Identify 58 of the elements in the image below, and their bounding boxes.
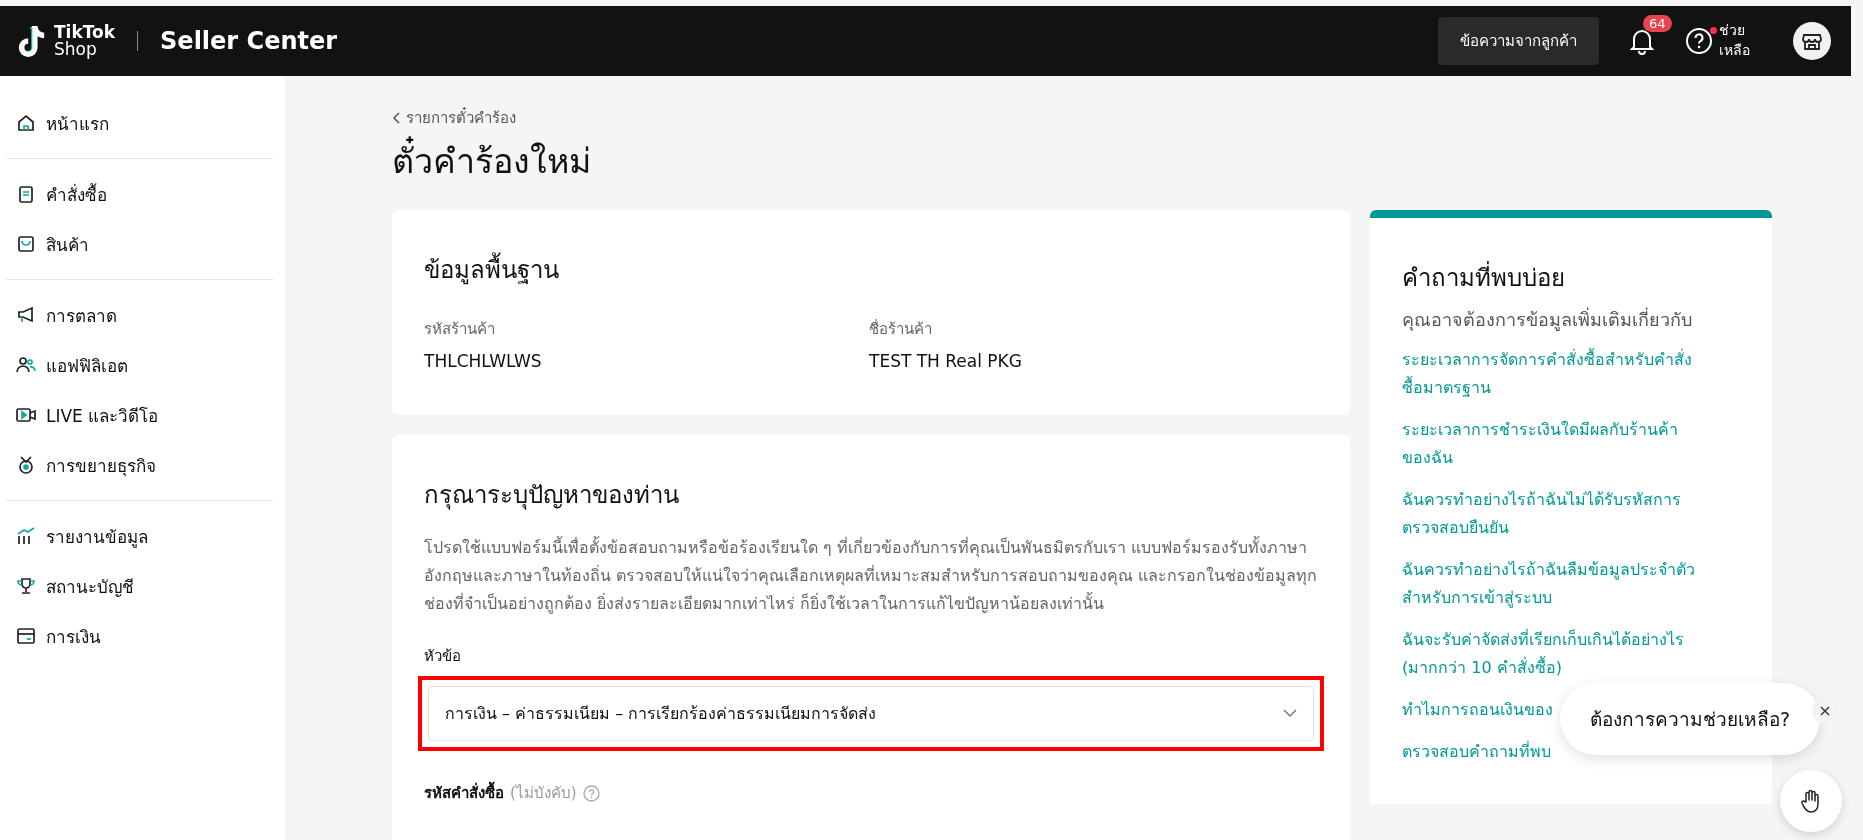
field-value: TEST TH Real PKG: [869, 351, 1023, 371]
chat-prompt-bubble[interactable]: ต้องการความช่วยเหลือ?: [1560, 683, 1820, 755]
people-icon: [16, 355, 36, 375]
bell-icon[interactable]: [1629, 27, 1655, 55]
chevron-down-icon: [1283, 709, 1297, 718]
faq-link[interactable]: ตรวจสอบคำถามที่พบ: [1402, 738, 1551, 766]
page-title: ตั๋วคำร้องใหม่: [392, 134, 1863, 188]
music-note-logo-icon[interactable]: [16, 24, 46, 58]
customer-messages-button[interactable]: ข้อความจากลูกค้า: [1438, 17, 1599, 65]
sidebar-item[interactable]: รายงานข้อมูล: [0, 511, 285, 561]
sidebar-item[interactable]: LIVE และวิดีโอ: [0, 390, 285, 440]
wallet-icon: [16, 626, 36, 646]
back-chevron-icon: [392, 111, 402, 125]
clipboard-icon: [16, 184, 36, 204]
faq-link[interactable]: ฉันจะรับค่าจัดส่งที่เรียกเก็บเกินได้อย่างไร (มากกว่า 10 คำสั่งซื้อ): [1402, 626, 1702, 682]
help-chat-button[interactable]: [1780, 770, 1842, 832]
store-icon[interactable]: [1793, 22, 1831, 60]
section-title: กรุณาระบุปัญหาของท่าน: [424, 480, 680, 512]
sidebar-item[interactable]: แอฟฟิลิเอต: [0, 340, 285, 390]
logo-text: TikTok: [54, 24, 116, 41]
faq-link[interactable]: ระยะเวลาการจัดการคำสั่งซื้อสำหรับคำสั่งซื้อมาตรฐาน: [1402, 346, 1702, 402]
field-label: รหัสร้านค้า: [424, 319, 496, 340]
help-label[interactable]: ช่วยเหลือ: [1719, 21, 1763, 61]
notification-badge: 64: [1643, 15, 1672, 32]
sidebar-item[interactable]: การเงิน: [0, 611, 285, 661]
back-link[interactable]: รายการตั๋วคำร้อง: [392, 106, 516, 130]
sidebar-item[interactable]: คำสั่งซื้อ: [0, 169, 285, 219]
field-label: ชื่อร้านค้า: [869, 318, 933, 340]
sidebar-item[interactable]: สินค้า: [0, 219, 285, 269]
faq-link[interactable]: ฉันควรทำอย่างไรถ้าฉันไม่ได้รับรหัสการตรวจสอบยืนยัน: [1402, 486, 1702, 542]
faq-title: คำถามที่พบบ่อย: [1402, 258, 1740, 297]
help-icon[interactable]: [1685, 27, 1713, 55]
chat-prompt-text: ต้องการความช่วยเหลือ?: [1589, 707, 1791, 732]
trophy-icon: [16, 576, 36, 596]
megaphone-icon: [16, 305, 36, 325]
logo-subtext: Shop: [54, 41, 98, 58]
sidebar-item[interactable]: หน้าแรก: [0, 98, 285, 148]
field-value: THLCHLWLWS: [424, 351, 543, 371]
bar-chart-icon: [16, 526, 36, 546]
topic-label: หัวข้อ: [424, 646, 462, 667]
video-camera-icon: [16, 405, 36, 425]
bag-icon: [16, 234, 36, 254]
optional-label: (ไม่บังคับ): [510, 783, 577, 804]
product-name: Seller Center: [160, 27, 338, 55]
sidebar-item[interactable]: การขยายธุรกิจ: [0, 440, 285, 490]
house-icon: [16, 113, 36, 133]
faq-link[interactable]: ระยะเวลาการชำระเงินใดมีผลกับร้านค้าของฉัน: [1402, 416, 1702, 472]
faq-link[interactable]: ทำไมการถอนเงินของ: [1402, 696, 1553, 724]
topic-dropdown[interactable]: การเงิน – ค่าธรรมเนียม – การเรียกร้องค่าธรรมเนียมการจัดส่ง: [428, 686, 1314, 741]
faq-subtitle: คุณอาจต้องการข้อมูลเพิ่มเติมเกี่ยวกับ: [1402, 306, 1693, 333]
close-icon: [1820, 706, 1830, 716]
faq-link[interactable]: ฉันควรทำอย่างไรถ้าฉันลืมข้อมูลประจำตัวสำหรับการเข้าสู่ระบบ: [1402, 556, 1702, 612]
section-title: ข้อมูลพื้นฐาน: [424, 250, 1318, 289]
medal-icon: [16, 455, 36, 475]
sidebar-item[interactable]: การตลาด: [0, 290, 285, 340]
description-text: โปรดใช้แบบฟอร์มนี้เพื่อตั้งข้อสอบถามหรือข้อร้องเรียนใด ๆ ที่เกี่ยวข้องกับการที่คุณเป็นพันธมิตรกับเรา แบบฟอร์มรองรับทั้งภาษาอังกฤษและภาษาในท้องถิ่น ตรวจสอบให้แน่ใจว่าคุณเลือกเหตุผลที่เหมาะสมสำหรับการสอบถามของคุณ และกรอกในช่องข้อมูลทุกช่องที่จำเป็นอย่างถูกต้อง ยิ่งส่งรายละเอียดมากเท่าไหร่ ก็ยิ่งใช้เวลาในการแก้ไขปัญหาน้อยลงเท่านั้น: [424, 535, 1318, 616]
order-id-label: รหัสคำสั่งซื้อ: [424, 781, 504, 805]
sidebar-item[interactable]: สถานะบัญชี: [0, 561, 285, 611]
